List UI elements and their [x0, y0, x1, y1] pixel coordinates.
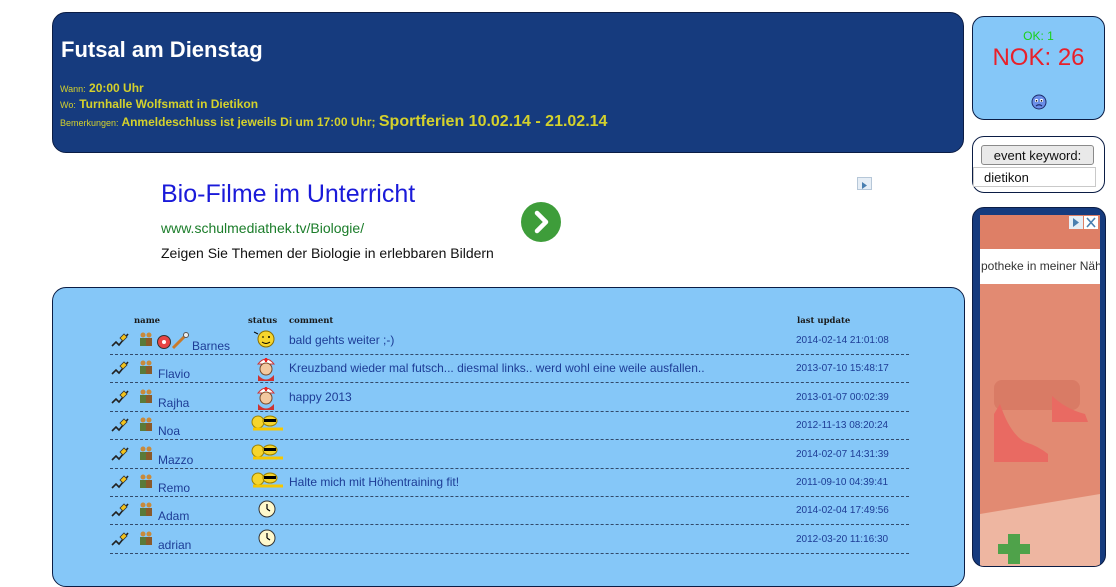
last-update: 2013-07-10 15:48:17 — [796, 363, 889, 375]
table-row: Remo Halte mich mit Höhentraining fit! 201… — [110, 468, 909, 497]
table-row: Rajha happy 2013 2013-01-07 00:02:39 — [110, 383, 909, 412]
last-update: 2014-02-07 14:31:39 — [796, 448, 889, 460]
edit-icon[interactable] — [110, 446, 130, 467]
side-ad-text: potheke in meiner Näh — [981, 259, 1100, 273]
player-name[interactable]: Flavio — [158, 367, 190, 381]
event-keyword-button[interactable]: event keyword: — [981, 145, 1094, 165]
nok-count: NOK: 26 — [992, 44, 1085, 71]
last-update: 2012-03-20 11:16:30 — [796, 533, 889, 545]
group-icon[interactable] — [138, 416, 154, 437]
side-ad-image[interactable]: potheke in meiner Näh — [980, 215, 1100, 566]
player-name[interactable]: adrian — [158, 538, 191, 552]
ad-arrow-button[interactable] — [521, 202, 561, 242]
group-icon[interactable] — [138, 473, 154, 494]
header-last-update: last update — [797, 316, 851, 326]
table-row: Mazzo 2014-02-07 14:31:39 — [110, 440, 909, 469]
table-row: adrian 2012-03-20 11:16:30 — [110, 525, 909, 554]
chevron-right-icon — [534, 210, 549, 234]
shoe-image — [980, 284, 1100, 566]
last-update: 2014-02-14 21:01:08 — [796, 335, 889, 346]
player-name[interactable]: Remo — [158, 481, 190, 495]
header-status: status — [248, 316, 278, 326]
group-icon[interactable] — [138, 530, 154, 551]
adchoices-icon[interactable] — [1069, 216, 1083, 229]
event-keyword-input[interactable] — [973, 167, 1096, 187]
notes-value: Anmeldeschluss ist jeweils Di um 17:00 U… — [121, 115, 376, 129]
keyword-panel: event keyword: — [972, 136, 1105, 193]
header-comment: comment — [289, 316, 334, 326]
edit-icon[interactable] — [110, 502, 130, 523]
clock-smiley-icon — [256, 527, 278, 554]
close-icon[interactable] — [1084, 216, 1098, 229]
edit-icon[interactable] — [110, 389, 130, 410]
event-where: Wo: Turnhalle Wolfsmatt in Dietikon — [60, 97, 258, 111]
event-notes: Bemerkungen: Anmeldeschluss ist jeweils … — [60, 113, 607, 131]
player-name[interactable]: Mazzo — [158, 453, 193, 467]
attendance-summary: OK: 1 NOK: 26 — [972, 16, 1105, 120]
event-when: Wann: 20:00 Uhr — [60, 81, 144, 95]
group-icon[interactable] — [138, 331, 154, 352]
sunbathing-smiley-icon — [250, 413, 286, 438]
table-row: Barnes bald gehts weiter ;-) 2014-02-14 21… — [110, 326, 909, 355]
last-update: 2013-01-07 00:02:39 — [796, 391, 889, 403]
ad-text: Zeigen Sie Themen der Biologie in erlebb… — [161, 245, 494, 261]
group-icon[interactable] — [138, 445, 154, 466]
edit-icon[interactable] — [110, 332, 130, 353]
player-name[interactable]: Barnes — [192, 339, 230, 353]
event-header: Futsal am Dienstag Wann: 20:00 Uhr Wo: T… — [52, 12, 964, 153]
adchoices-icon[interactable] — [857, 177, 872, 190]
player-name[interactable]: Noa — [158, 424, 180, 438]
player-comment: bald gehts weiter ;-) — [289, 333, 395, 347]
when-value: 20:00 Uhr — [89, 81, 144, 95]
sad-face-icon — [1031, 94, 1047, 115]
player-name[interactable]: Adam — [158, 509, 189, 523]
group-icon[interactable] — [138, 501, 154, 522]
where-label: Wo: — [60, 100, 76, 110]
event-title: Futsal am Dienstag — [61, 37, 263, 62]
side-ad[interactable]: potheke in meiner Näh — [972, 207, 1106, 567]
roster-table: name status comment last update Barnes ba… — [52, 287, 965, 587]
notes-label: Bemerkungen: — [60, 118, 119, 128]
wink-smiley-icon — [252, 328, 280, 355]
player-name[interactable]: Rajha — [158, 396, 189, 410]
ok-count: OK: 1 — [1023, 29, 1054, 43]
player-comment: happy 2013 — [289, 389, 352, 404]
edit-icon[interactable] — [110, 474, 130, 495]
edit-icon[interactable] — [110, 531, 130, 552]
ad-url[interactable]: www.schulmediathek.tv/Biologie/ — [161, 220, 364, 236]
group-icon[interactable] — [138, 388, 154, 409]
ball-and-stick-icon — [156, 332, 190, 355]
sunbathing-smiley-icon — [250, 470, 286, 495]
sunbathing-smiley-icon — [250, 442, 286, 467]
table-row: Flavio Kreuzband wieder mal futsch... die… — [110, 354, 909, 384]
last-update: 2011-09-10 04:39:41 — [796, 477, 889, 488]
where-value: Turnhalle Wolfsmatt in Dietikon — [79, 97, 259, 111]
player-comment: Kreuzband wieder mal futsch... diesmal l… — [289, 361, 705, 376]
notes-highlight: Sportferien 10.02.14 - 21.02.14 — [378, 113, 608, 130]
clock-smiley-icon — [256, 498, 278, 525]
group-icon[interactable] — [138, 359, 154, 380]
header-name: name — [134, 316, 161, 326]
when-label: Wann: — [60, 84, 86, 94]
edit-icon[interactable] — [110, 360, 130, 381]
table-row: Adam 2014-02-04 17:49:56 — [110, 496, 909, 526]
player-comment: Halte mich mit Höhentraining fit! — [289, 475, 460, 489]
last-update: 2014-02-04 17:49:56 — [796, 505, 889, 517]
last-update: 2012-11-13 08:20:24 — [796, 420, 889, 432]
edit-icon[interactable] — [110, 417, 130, 438]
ad-banner[interactable]: Bio-Filme im Unterricht www.schulmediath… — [160, 176, 880, 272]
ad-title-link[interactable]: Bio-Filme im Unterricht — [161, 180, 415, 209]
table-row: Noa 2012-11-13 08:20:24 — [110, 411, 909, 441]
